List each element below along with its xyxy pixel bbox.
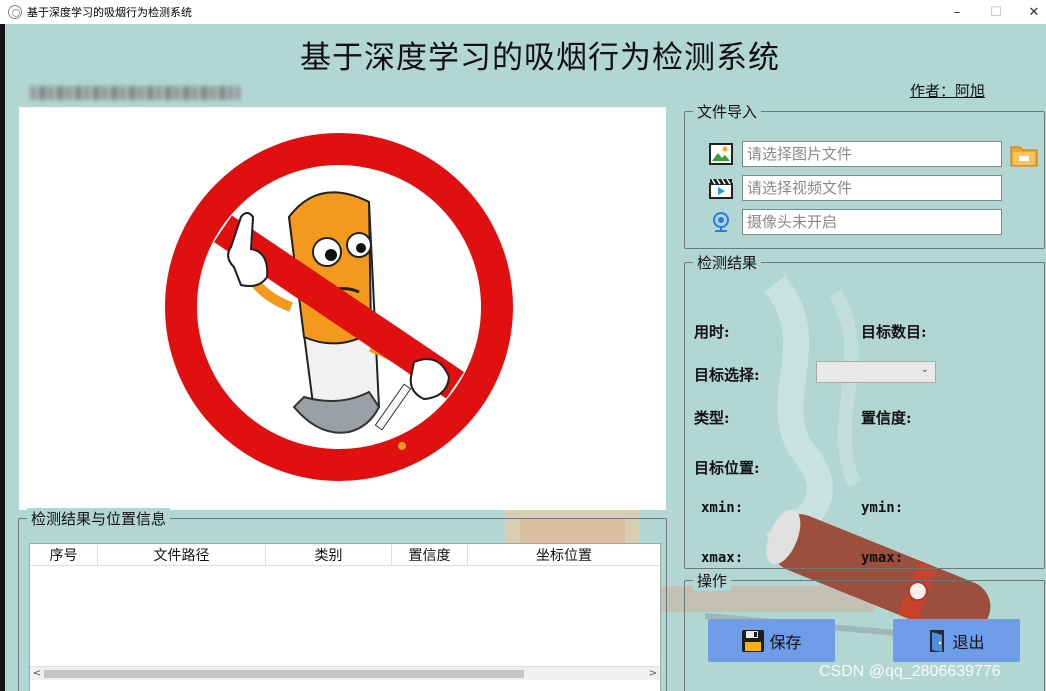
image-file-input[interactable]: 请选择图片文件 (742, 141, 1002, 167)
detection-result-title: 检测结果 (693, 252, 762, 273)
no-smoking-illustration (165, 133, 513, 481)
col-header-confidence[interactable]: 置信度 (392, 544, 468, 565)
exit-button[interactable]: 退出 (893, 619, 1020, 662)
result-table-title: 检测结果与位置信息 (27, 508, 171, 529)
target-position-label: 目标位置: (694, 459, 760, 477)
window-title: 基于深度学习的吸烟行为检测系统 (27, 6, 192, 19)
camera-status-field[interactable]: 摄像头未开启 (742, 209, 1002, 235)
exit-door-icon (930, 629, 945, 652)
operations-title: 操作 (693, 570, 732, 591)
window-titlebar: 基于深度学习的吸烟行为检测系统 – ☐ ✕ (0, 0, 1046, 24)
save-icon (742, 629, 765, 652)
image-file-row: 请选择图片文件 (708, 140, 1002, 168)
target-select-dropdown[interactable]: ⌄ (816, 361, 936, 383)
image-display (19, 107, 666, 510)
ymin-label: ymin: (861, 500, 904, 516)
table-header: 序号 文件路径 类别 置信度 坐标位置 (30, 544, 660, 566)
result-table-group: 检测结果与位置信息 序号 文件路径 类别 置信度 坐标位置 < > (18, 508, 667, 691)
confidence-label: 置信度: (861, 409, 912, 427)
minimize-button[interactable]: – (937, 0, 977, 24)
close-button[interactable]: ✕ (1014, 0, 1046, 24)
camera-row: 摄像头未开启 (708, 208, 1002, 236)
exit-button-label: 退出 (952, 632, 985, 652)
main-window: 基于深度学习的吸烟行为检测系统 作者：阿旭 检测结果与位置信息 序号 文件路径 … (5, 24, 1046, 691)
time-label: 用时: (694, 323, 730, 341)
xmax-label: xmax: (701, 550, 744, 566)
col-header-class[interactable]: 类别 (266, 544, 392, 565)
scroll-right-icon[interactable]: > (646, 667, 660, 681)
result-table[interactable]: 序号 文件路径 类别 置信度 坐标位置 < > (29, 543, 661, 691)
col-header-position[interactable]: 坐标位置 (468, 544, 660, 565)
webcam-icon[interactable] (708, 210, 734, 234)
col-header-path[interactable]: 文件路径 (98, 544, 266, 565)
file-import-group: 文件导入 请选择图片文件 请选择视频文件 摄像头未开启 (684, 101, 1045, 249)
detection-result-group: 检测结果 用时: 目标数目: 目标选择: ⌄ 类型: 置信度: 目标位置: xm… (684, 252, 1045, 569)
file-import-title: 文件导入 (693, 101, 762, 122)
blurred-info-text (30, 86, 240, 100)
ymax-label: ymax: (861, 550, 904, 566)
video-file-input[interactable]: 请选择视频文件 (742, 175, 1002, 201)
csdn-watermark: CSDN @qq_2806639776 (819, 663, 1001, 680)
app-title: 基于深度学习的吸烟行为检测系统 (300, 40, 780, 76)
save-button[interactable]: 保存 (708, 619, 835, 662)
scroll-left-icon[interactable]: < (30, 667, 44, 681)
target-count-label: 目标数目: (861, 323, 927, 341)
chevron-down-icon: ⌄ (920, 364, 929, 375)
scrollbar-thumb[interactable] (44, 670, 524, 678)
target-select-label: 目标选择: (694, 366, 760, 384)
col-header-index[interactable]: 序号 (30, 544, 98, 565)
image-icon[interactable] (708, 142, 734, 166)
author-link[interactable]: 作者：阿旭 (910, 80, 985, 101)
video-file-row: 请选择视频文件 (708, 174, 1002, 202)
table-horizontal-scrollbar[interactable]: < > (30, 666, 660, 680)
video-icon[interactable] (708, 176, 734, 200)
maximize-button[interactable]: ☐ (976, 0, 1016, 24)
app-icon (8, 5, 22, 19)
save-button-label: 保存 (769, 632, 802, 652)
type-label: 类型: (694, 409, 730, 427)
xmin-label: xmin: (701, 500, 744, 516)
folder-open-icon[interactable] (1010, 142, 1038, 168)
